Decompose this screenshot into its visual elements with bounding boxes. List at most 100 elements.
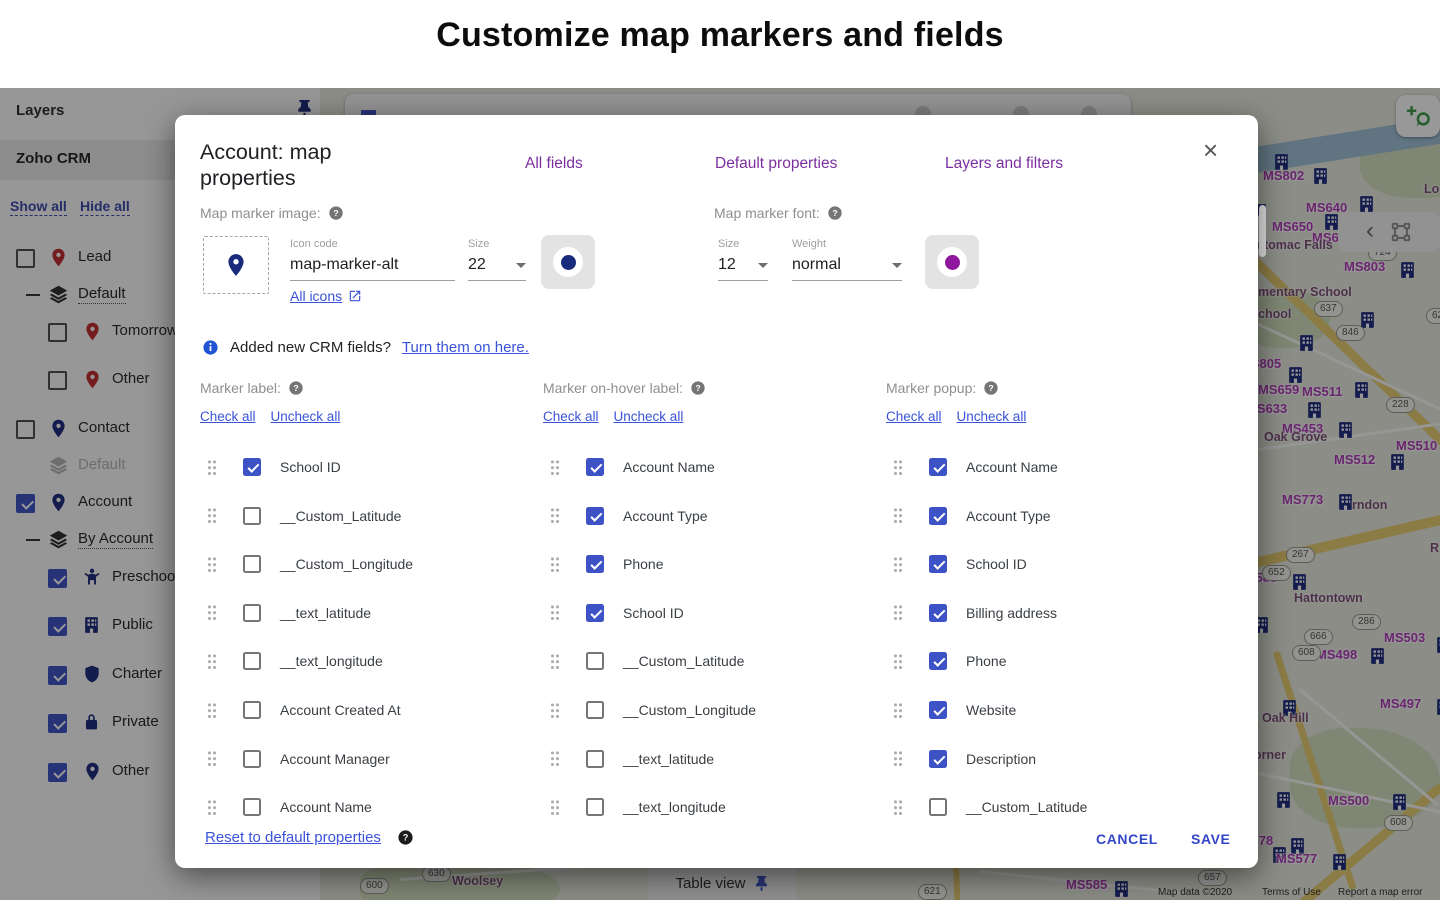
field-checkbox[interactable] [586,458,604,476]
drag-handle-icon[interactable] [207,604,217,621]
field-checkbox[interactable] [243,798,261,816]
drag-handle-icon[interactable] [893,556,903,573]
field-label: Billing address [966,605,1057,621]
drag-handle-icon[interactable] [207,702,217,719]
field-label: __text_latitude [623,751,714,767]
drag-handle-icon[interactable] [550,799,560,816]
cancel-button[interactable]: CANCEL [1096,831,1158,847]
drag-handle-icon[interactable] [550,750,560,767]
marker-size-label: Size [468,238,526,250]
field-checkbox[interactable] [586,798,604,816]
field-label: Phone [966,653,1006,669]
drag-handle-icon[interactable] [550,702,560,719]
marker-size-field: Size 22 [468,238,526,281]
drag-handle-icon[interactable] [207,653,217,670]
drag-handle-icon[interactable] [550,604,560,621]
field-checkbox[interactable] [586,507,604,525]
reset-default-link[interactable]: Reset to default properties [205,829,381,846]
field-checkbox[interactable] [929,701,947,719]
column-title: Marker label: ? [200,380,304,396]
drag-handle-icon[interactable] [207,507,217,524]
field-checkbox[interactable] [929,458,947,476]
field-checkbox[interactable] [586,750,604,768]
drag-handle-icon[interactable] [893,653,903,670]
field-checkbox[interactable] [929,750,947,768]
turn-on-fields-link[interactable]: Turn them on here. [402,339,529,356]
icon-code-input[interactable]: map-marker-alt [290,256,455,281]
field-checkbox[interactable] [243,701,261,719]
help-icon[interactable]: ? [397,829,414,846]
crm-fields-info-row: Added new CRM fields? Turn them on here. [202,339,529,356]
column-title: Marker popup: ? [886,380,999,396]
check-all-link[interactable]: Check all [200,409,256,424]
field-checkbox[interactable] [243,458,261,476]
all-icons-link[interactable]: All icons [290,288,342,304]
page-banner: Customize map markers and fields [0,0,1440,88]
info-text: Added new CRM fields? [230,339,391,356]
field-checkbox[interactable] [243,507,261,525]
field-row: Account Name [543,453,873,481]
field-row: Website [886,696,1216,724]
help-icon[interactable]: ? [690,380,706,396]
field-checkbox[interactable] [929,652,947,670]
help-icon[interactable]: ? [983,380,999,396]
tab-default-properties[interactable]: Default properties [715,155,837,173]
marker-size-select[interactable]: 22 [468,256,526,281]
field-checkbox[interactable] [243,555,261,573]
drag-handle-icon[interactable] [207,799,217,816]
save-button[interactable]: SAVE [1191,831,1231,847]
field-checkbox[interactable] [243,750,261,768]
font-weight-select[interactable]: normal [792,256,902,281]
help-icon[interactable]: ? [328,205,344,221]
close-icon[interactable]: × [1203,137,1218,163]
field-checkbox[interactable] [586,652,604,670]
drag-handle-icon[interactable] [893,604,903,621]
drag-handle-icon[interactable] [550,459,560,476]
drag-handle-icon[interactable] [550,653,560,670]
uncheck-all-link[interactable]: Uncheck all [957,409,1027,424]
drag-handle-icon[interactable] [550,556,560,573]
help-icon[interactable]: ? [288,380,304,396]
field-label: Phone [623,556,663,572]
check-all-link[interactable]: Check all [543,409,599,424]
field-label: School ID [623,605,684,621]
font-size-select[interactable]: 12 [718,256,768,281]
drag-handle-icon[interactable] [893,507,903,524]
marker-color-swatch[interactable] [541,235,595,289]
drag-handle-icon[interactable] [893,459,903,476]
font-color-swatch[interactable] [925,235,979,289]
map-properties-dialog: Account: map properties All fields Defau… [175,115,1258,868]
scrollbar-thumb[interactable] [1259,205,1266,257]
tab-layers-and-filters[interactable]: Layers and filters [945,155,1063,173]
marker-icon-preview[interactable] [203,236,269,294]
field-checkbox[interactable] [929,798,947,816]
field-label: Account Name [966,459,1058,475]
field-label: __Custom_Latitude [966,799,1087,815]
field-row: School ID [543,599,873,627]
field-checkbox[interactable] [586,701,604,719]
check-all-link[interactable]: Check all [886,409,942,424]
help-icon[interactable]: ? [827,205,843,221]
page-title: Customize map markers and fields [0,0,1440,55]
font-size-field: Size 12 [718,238,768,281]
drag-handle-icon[interactable] [207,556,217,573]
drag-handle-icon[interactable] [207,459,217,476]
marker-image-section-label: Map marker image: ? [200,205,344,221]
column-title: Marker on-hover label: ? [543,380,706,396]
field-checkbox[interactable] [586,604,604,622]
dialog-title: Account: map properties [200,139,390,191]
field-checkbox[interactable] [243,604,261,622]
tab-all-fields[interactable]: All fields [525,155,583,173]
field-checkbox[interactable] [243,652,261,670]
drag-handle-icon[interactable] [893,799,903,816]
field-checkbox[interactable] [929,604,947,622]
drag-handle-icon[interactable] [207,750,217,767]
drag-handle-icon[interactable] [893,750,903,767]
uncheck-all-link[interactable]: Uncheck all [271,409,341,424]
uncheck-all-link[interactable]: Uncheck all [614,409,684,424]
field-checkbox[interactable] [586,555,604,573]
field-checkbox[interactable] [929,507,947,525]
field-checkbox[interactable] [929,555,947,573]
drag-handle-icon[interactable] [550,507,560,524]
drag-handle-icon[interactable] [893,702,903,719]
